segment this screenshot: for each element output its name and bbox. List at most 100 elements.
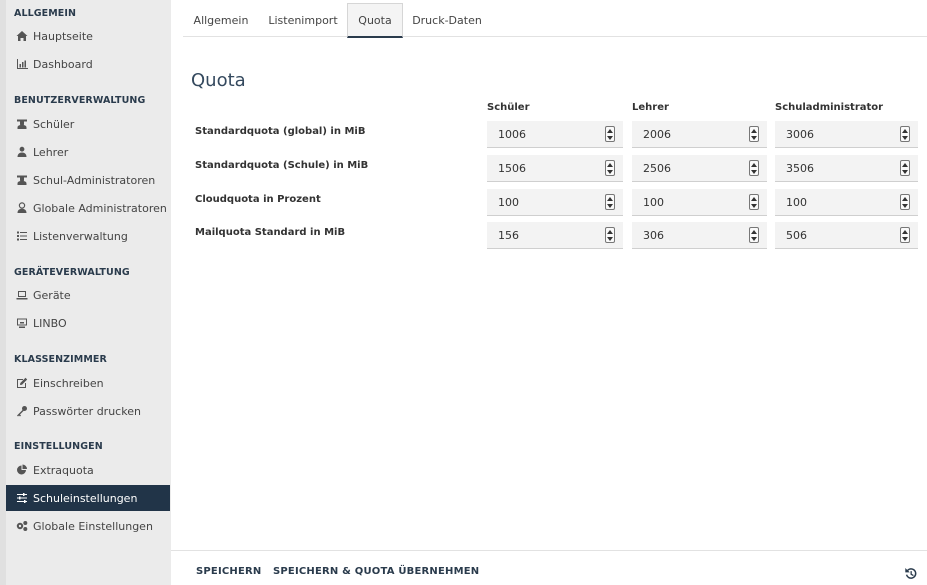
number-spinner[interactable] [605, 126, 615, 142]
spin-down-icon [607, 169, 613, 174]
number-spinner[interactable] [749, 160, 759, 176]
spin-down-icon [902, 203, 908, 208]
input-value: 1006 [498, 127, 526, 141]
sidebar-item-listenverwaltung[interactable]: Listenverwaltung [6, 223, 170, 249]
number-spinner[interactable] [749, 227, 759, 243]
sidebar-item-schul-administratoren[interactable]: Schul-Administratoren [6, 167, 170, 193]
tab-bar: Allgemein Listenimport Quota Druck-Daten [183, 3, 927, 38]
sidebar-item-label: Einschreiben [33, 376, 104, 390]
input-value: 2006 [643, 127, 671, 141]
number-spinner[interactable] [605, 194, 615, 210]
section-title-allgemein: ALLGEMEIN [14, 8, 77, 19]
tab-quota[interactable]: Quota [347, 3, 403, 38]
key-icon [15, 405, 28, 417]
mailquota-input-lehrer[interactable]: 306 [632, 222, 767, 249]
spin-down-icon [751, 135, 757, 140]
pie-icon [15, 464, 28, 476]
section-title-geraeteverwaltung: GERÄTEVERWALTUNG [14, 267, 130, 278]
student-icon [15, 118, 28, 130]
quota-input-global-lehrer[interactable]: 2006 [632, 121, 767, 148]
sidebar-item-lehrer[interactable]: Lehrer [6, 139, 170, 165]
sidebar-item-dashboard[interactable]: Dashboard [6, 51, 170, 77]
row-label-cloudquota: Cloudquota in Prozent [195, 194, 321, 205]
quota-input-global-schuladmin[interactable]: 3006 [775, 121, 918, 148]
main-content: Allgemein Listenimport Quota Druck-Daten… [171, 0, 927, 585]
sidebar-item-extraquota[interactable]: Extraquota [6, 457, 170, 483]
laptop-icon [15, 289, 28, 301]
tab-allgemein[interactable]: Allgemein [183, 3, 259, 37]
spin-up-icon [902, 128, 908, 133]
sidebar-item-label: Globale Einstellungen [33, 519, 153, 533]
edit-icon [15, 377, 28, 389]
mailquota-input-schuladmin[interactable]: 506 [775, 222, 918, 249]
cloudquota-input-schueler[interactable]: 100 [487, 189, 623, 216]
cloudquota-input-lehrer[interactable]: 100 [632, 189, 767, 216]
input-value: 2506 [643, 161, 671, 175]
sidebar-item-schueler[interactable]: Schüler [6, 111, 170, 137]
sidebar-item-label: Lehrer [33, 145, 69, 159]
sidebar-item-hauptseite[interactable]: Hauptseite [6, 23, 170, 49]
sidebar-item-einschreiben[interactable]: Einschreiben [6, 370, 170, 396]
quota-input-schule-schueler[interactable]: 1506 [487, 155, 623, 182]
sidebar-item-linbo[interactable]: LINBO [6, 310, 170, 336]
cloudquota-input-schuladmin[interactable]: 100 [775, 189, 918, 216]
sidebar-item-geraete[interactable]: Geräte [6, 282, 170, 308]
sidebar-item-label: Hauptseite [33, 29, 93, 43]
input-value: 100 [643, 195, 664, 209]
number-spinner[interactable] [900, 227, 910, 243]
section-title-einstellungen: EINSTELLUNGEN [14, 441, 103, 452]
spin-up-icon [751, 196, 757, 201]
number-spinner[interactable] [900, 126, 910, 142]
input-value: 100 [786, 195, 807, 209]
spin-up-icon [751, 229, 757, 234]
quota-input-schule-schuladmin[interactable]: 3506 [775, 155, 918, 182]
spin-down-icon [902, 236, 908, 241]
spin-up-icon [902, 229, 908, 234]
number-spinner[interactable] [749, 126, 759, 142]
history-icon[interactable] [904, 565, 917, 579]
tab-druck-daten[interactable]: Druck-Daten [403, 3, 491, 37]
tab-listenimport[interactable]: Listenimport [259, 3, 347, 37]
input-value: 506 [786, 228, 807, 242]
row-label-mailquota: Mailquota Standard in MiB [195, 227, 346, 238]
sidebar-item-label: Dashboard [33, 57, 93, 71]
school-admin-icon [15, 174, 28, 186]
sidebar-item-schuleinstellungen[interactable]: Schuleinstellungen [6, 485, 170, 511]
number-spinner[interactable] [900, 194, 910, 210]
mailquota-input-schueler[interactable]: 156 [487, 222, 623, 249]
sidebar-item-label: Globale Administratoren [33, 201, 167, 215]
quota-input-global-schueler[interactable]: 1006 [487, 121, 623, 148]
input-value: 156 [498, 228, 519, 242]
input-value: 100 [498, 195, 519, 209]
number-spinner[interactable] [900, 160, 910, 176]
spin-up-icon [751, 128, 757, 133]
quota-input-schule-lehrer[interactable]: 2506 [632, 155, 767, 182]
spin-down-icon [902, 169, 908, 174]
spin-down-icon [607, 203, 613, 208]
input-value: 1506 [498, 161, 526, 175]
spin-down-icon [751, 236, 757, 241]
home-icon [15, 30, 28, 42]
section-title-benutzerverwaltung: BENUTZERVERWALTUNG [14, 95, 146, 106]
number-spinner[interactable] [605, 160, 615, 176]
row-label-standardquota-schule: Standardquota (Schule) in MiB [195, 160, 369, 171]
number-spinner[interactable] [605, 227, 615, 243]
global-admin-icon [15, 202, 28, 214]
column-header-schuladministrator: Schuladministrator [775, 102, 884, 113]
spin-up-icon [607, 229, 613, 234]
input-value: 3506 [786, 161, 814, 175]
sidebar-item-label: LINBO [33, 316, 67, 330]
teacher-icon [15, 146, 28, 158]
spin-up-icon [607, 196, 613, 201]
sidebar-item-passwoerter-drucken[interactable]: Passwörter drucken [6, 398, 170, 424]
sidebar-item-globale-einstellungen[interactable]: Globale Einstellungen [6, 513, 170, 539]
sidebar-item-label: Passwörter drucken [33, 404, 141, 418]
number-spinner[interactable] [749, 194, 759, 210]
gears-icon [15, 520, 28, 532]
save-and-apply-quota-button[interactable]: SPEICHERN & QUOTA ÜBERNEHMEN [273, 566, 479, 577]
sidebar-item-globale-administratoren[interactable]: Globale Administratoren [6, 195, 170, 221]
column-header-lehrer: Lehrer [632, 102, 669, 113]
spin-down-icon [751, 203, 757, 208]
save-button[interactable]: SPEICHERN [196, 566, 262, 577]
sidebar-item-label: Extraquota [33, 463, 94, 477]
